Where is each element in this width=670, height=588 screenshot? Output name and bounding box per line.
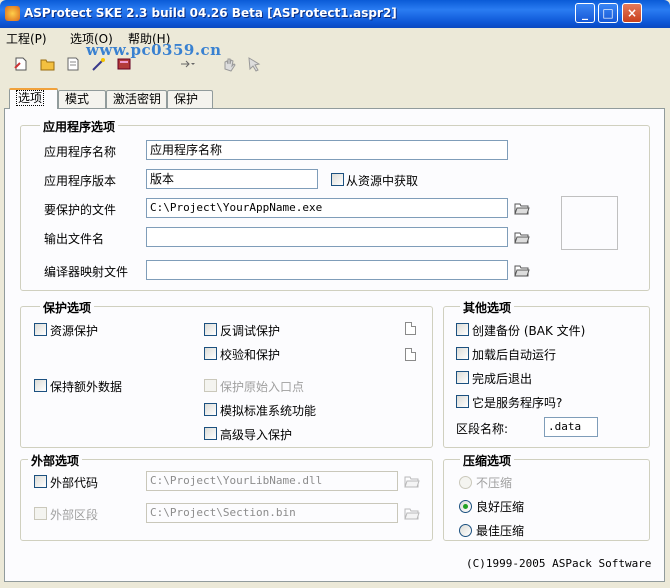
tab-protection[interactable]: 保护 [167, 90, 213, 108]
other-options-title: 其他选项 [460, 299, 515, 316]
exit-after-checkbox[interactable] [456, 371, 469, 384]
external-code-checkbox[interactable] [34, 475, 47, 488]
browse-external-section-icon[interactable] [404, 506, 420, 520]
minimize-button[interactable]: _ [575, 3, 595, 23]
browse-protect-file-icon[interactable] [514, 201, 530, 215]
emulate-std-checkbox[interactable] [204, 403, 217, 416]
pointer-icon[interactable] [245, 55, 263, 73]
advanced-import-checkbox[interactable] [204, 427, 217, 440]
compression-group [443, 459, 650, 541]
browse-output-icon[interactable] [514, 230, 530, 244]
menu-project[interactable]: 工程(P) [6, 30, 47, 46]
external-section-path-field[interactable]: C:\Project\Section.bin [146, 503, 398, 523]
extra-data-checkbox[interactable] [34, 379, 47, 392]
auto-run-label: 加载后自动运行 [472, 348, 557, 362]
external-section-label: 外部区段 [50, 508, 99, 522]
best-compression-label: 最佳压缩 [476, 524, 525, 538]
anti-debug-checkbox[interactable] [204, 323, 217, 336]
compression-title: 压缩选项 [460, 452, 515, 469]
app-name-field[interactable]: 应用程序名称 [146, 140, 508, 160]
icon-preview-box [561, 196, 618, 250]
open-folder-icon[interactable] [39, 55, 57, 73]
protect-file-label: 要保护的文件 [44, 203, 117, 217]
is-service-checkbox[interactable] [456, 395, 469, 408]
section-name-label: 区段名称: [456, 422, 509, 436]
from-resource-label: 从资源中获取 [346, 174, 419, 188]
output-field[interactable] [146, 227, 508, 247]
tab-options[interactable]: 选项 [9, 88, 58, 109]
map-file-field[interactable] [146, 260, 508, 280]
create-backup-label: 创建备份 (BAK 文件) [472, 324, 586, 338]
external-code-label: 外部代码 [50, 476, 99, 490]
browse-external-code-icon[interactable] [404, 474, 420, 488]
no-compression-radio[interactable] [459, 476, 472, 489]
window-title: ASProtect SKE 2.3 build 04.26 Beta [ASPr… [24, 6, 397, 20]
external-code-path-field[interactable]: C:\Project\YourLibName.dll [146, 471, 398, 491]
original-entry-label: 保护原始入口点 [220, 380, 305, 394]
book-icon[interactable] [115, 55, 133, 73]
from-resource-checkbox[interactable] [331, 173, 344, 186]
hand-icon[interactable] [220, 55, 238, 73]
good-compression-radio[interactable] [459, 500, 472, 513]
tab-mode[interactable]: 模式 [58, 90, 106, 108]
browse-map-file-icon[interactable] [514, 263, 530, 277]
section-name-field[interactable]: .data [544, 417, 598, 437]
checksum-label: 校验和保护 [220, 348, 281, 362]
protect-file-field[interactable]: C:\Project\YourAppName.exe [146, 198, 508, 218]
arrow-dropdown-icon[interactable] [178, 55, 196, 73]
exit-after-label: 完成后退出 [472, 372, 533, 386]
app-name-label: 应用程序名称 [44, 145, 117, 159]
is-service-label: 它是服务程序吗? [472, 396, 563, 410]
wand-icon[interactable] [90, 55, 108, 73]
app-version-label: 应用程序版本 [44, 174, 117, 188]
good-compression-label: 良好压缩 [476, 500, 525, 514]
map-file-label: 编译器映射文件 [44, 265, 129, 279]
anti-debug-page-icon[interactable] [405, 322, 416, 335]
tab-activation-key[interactable]: 激活密钥 [106, 90, 167, 108]
advanced-import-label: 高级导入保护 [220, 428, 293, 442]
app-options-title: 应用程序选项 [40, 118, 119, 135]
emulate-std-label: 模拟标准系统功能 [220, 404, 317, 418]
original-entry-checkbox[interactable] [204, 379, 217, 392]
app-icon [5, 6, 20, 21]
auto-run-checkbox[interactable] [456, 347, 469, 360]
no-compression-label: 不压缩 [476, 476, 513, 490]
resource-protect-checkbox[interactable] [34, 323, 47, 336]
external-section-checkbox[interactable] [34, 507, 47, 520]
app-version-field[interactable]: 版本 [146, 169, 318, 189]
save-icon[interactable] [64, 55, 82, 73]
resource-protect-label: 资源保护 [50, 324, 99, 338]
extra-data-label: 保持额外数据 [50, 380, 123, 394]
close-button[interactable]: × [622, 3, 642, 23]
checksum-checkbox[interactable] [204, 347, 217, 360]
create-backup-checkbox[interactable] [456, 323, 469, 336]
protect-options-title: 保护选项 [40, 299, 95, 316]
copyright-text: (C)1999-2005 ASPack Software [466, 557, 652, 570]
anti-debug-label: 反调试保护 [220, 324, 281, 338]
external-options-title: 外部选项 [28, 452, 83, 469]
maximize-button[interactable]: □ [598, 3, 618, 23]
best-compression-radio[interactable] [459, 524, 472, 537]
new-project-icon[interactable] [12, 55, 30, 73]
output-label: 输出文件名 [44, 232, 105, 246]
checksum-page-icon[interactable] [405, 348, 416, 361]
